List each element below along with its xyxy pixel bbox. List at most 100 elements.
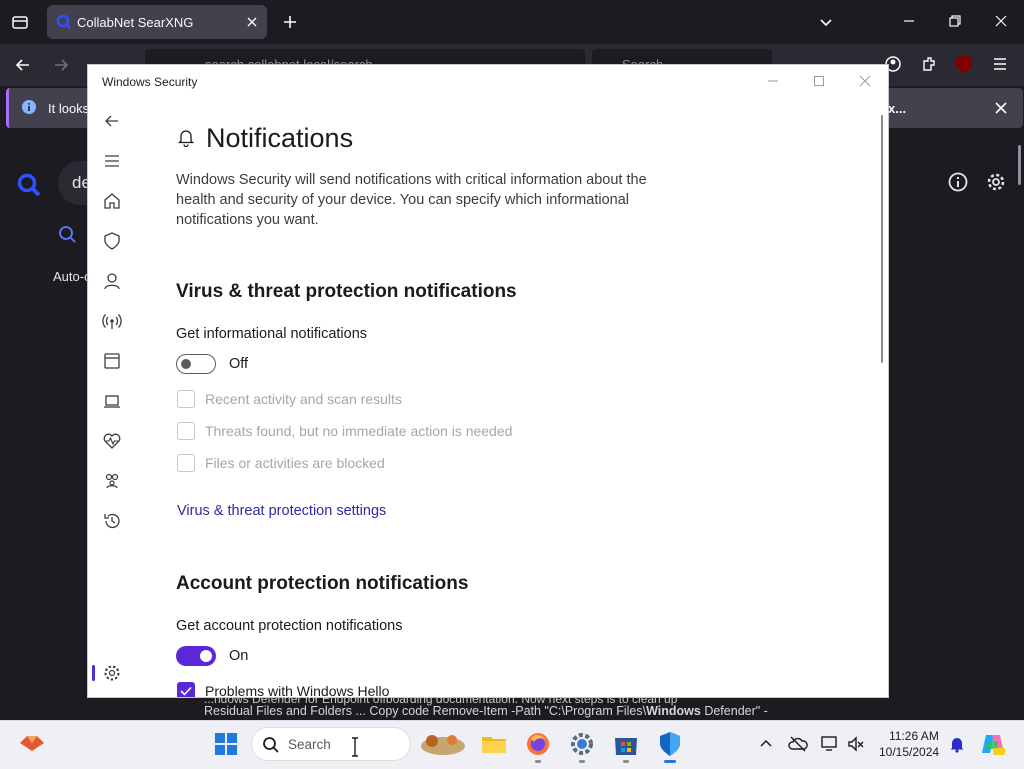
preferences-gear-icon[interactable] [986, 172, 1006, 192]
search-highlight-icon [418, 730, 468, 758]
searxng-logo-icon[interactable] [16, 172, 42, 198]
notification-bell-icon[interactable] [948, 735, 966, 753]
maximize-icon[interactable] [796, 65, 842, 97]
taskbar-search-placeholder: Search [288, 737, 331, 752]
start-icon[interactable] [210, 728, 242, 760]
account-section-heading: Account protection notifications [176, 573, 469, 594]
nav-device-health[interactable] [88, 421, 136, 461]
info-icon [21, 99, 37, 115]
browser-minimize-icon[interactable] [902, 14, 916, 28]
text-cursor-icon [350, 737, 360, 757]
windows-security-icon[interactable] [654, 728, 686, 760]
account-notifications-toggle[interactable] [176, 646, 216, 666]
list-all-tabs-icon[interactable] [818, 14, 834, 30]
windows-security-window: Windows Security Notifications Windows S… [88, 65, 888, 697]
settings-icon [104, 665, 120, 681]
ublock-icon[interactable] [955, 54, 973, 74]
app-menu-icon[interactable] [992, 56, 1008, 72]
forward-arrow-icon[interactable] [52, 56, 70, 74]
page-title: Notifications [206, 123, 354, 153]
nav-account-protection[interactable] [88, 261, 136, 301]
windows-hello-label: Problems with Windows Hello [205, 683, 390, 697]
file-explorer-icon[interactable] [478, 728, 510, 760]
clock-time[interactable]: 11:26 AM [889, 729, 939, 743]
app-browser-icon [104, 353, 120, 369]
browser-close-icon[interactable] [994, 14, 1008, 28]
shield-icon [104, 232, 120, 250]
notification-close-icon[interactable] [994, 101, 1008, 115]
nav-menu-button[interactable] [88, 141, 136, 181]
home-icon [104, 193, 120, 209]
window-scrollbar-thumb[interactable] [881, 115, 883, 363]
back-arrow-icon[interactable] [14, 56, 32, 74]
virus-toggle-label: Get informational notifications [176, 326, 368, 342]
settings-app-icon[interactable] [566, 728, 598, 760]
nav-home[interactable] [88, 181, 136, 221]
firefox-icon[interactable] [522, 728, 554, 760]
open-app-indicator [535, 760, 541, 763]
nav-back-button[interactable] [88, 101, 136, 141]
active-app-indicator [664, 760, 676, 763]
result-snippet-line2: Residual Files and Folders ... Copy code… [204, 704, 768, 718]
tab-list-icon[interactable] [10, 12, 30, 32]
browser-tab[interactable]: CollabNet SearXNG [47, 5, 267, 39]
clock-date[interactable]: 10/15/2024 [879, 745, 939, 759]
files-blocked-checkbox[interactable] [177, 454, 195, 472]
family-icon [105, 473, 119, 489]
autocomplete-label: Auto-c [53, 269, 91, 284]
threats-found-checkbox[interactable] [177, 422, 195, 440]
menu-icon [105, 155, 119, 167]
new-tab-icon[interactable] [282, 14, 298, 30]
onedrive-offline-icon[interactable] [788, 734, 808, 754]
recent-activity-label: Recent activity and scan results [205, 391, 402, 407]
account-toggle-state: On [229, 648, 249, 664]
firewall-icon [102, 314, 122, 329]
page-description: Windows Security will send notifications… [176, 172, 647, 228]
checkmark-icon [180, 686, 192, 696]
bell-icon [176, 127, 196, 147]
widgets-icon[interactable] [18, 733, 46, 753]
about-info-icon[interactable] [948, 172, 968, 192]
health-icon [103, 433, 121, 449]
device-security-icon [104, 395, 120, 408]
close-icon[interactable] [842, 65, 888, 97]
network-icon[interactable] [820, 734, 840, 754]
minimize-icon[interactable] [750, 65, 796, 97]
tab-title: CollabNet SearXNG [77, 15, 194, 30]
virus-settings-link[interactable]: Virus & threat protection settings [177, 503, 386, 519]
taskbar [0, 720, 1024, 769]
files-blocked-label: Files or activities are blocked [205, 455, 385, 471]
nav-settings[interactable] [88, 653, 136, 693]
nav-firewall[interactable] [88, 301, 136, 341]
search-category-icon[interactable] [58, 225, 78, 245]
taskbar-search-box[interactable]: Search [251, 727, 411, 761]
open-app-indicator [579, 760, 585, 763]
account-icon [104, 273, 120, 290]
virus-notifications-toggle[interactable] [176, 354, 216, 374]
snippet-bold: Windows [646, 704, 701, 718]
page-scrollbar-thumb[interactable] [1018, 145, 1021, 185]
hidden-icons-chevron-icon[interactable] [758, 736, 774, 752]
nav-device-security[interactable] [88, 381, 136, 421]
notification-button-text[interactable]: x... [888, 101, 906, 116]
nav-virus-protection[interactable] [88, 221, 136, 261]
browser-restore-icon[interactable] [948, 14, 962, 28]
nav-protection-history[interactable] [88, 501, 136, 541]
copilot-icon[interactable] [980, 731, 1006, 757]
virus-toggle-state: Off [229, 356, 249, 372]
history-icon [104, 513, 120, 529]
store-icon[interactable] [610, 728, 642, 760]
recent-activity-checkbox[interactable] [177, 390, 195, 408]
tab-close-icon[interactable] [245, 15, 259, 29]
open-app-indicator [623, 760, 629, 763]
windows-hello-checkbox[interactable] [177, 682, 195, 697]
account-toggle-label: Get account protection notifications [176, 618, 403, 634]
volume-muted-icon[interactable] [846, 734, 866, 754]
searxng-favicon-icon [56, 14, 72, 30]
snippet-prefix: Residual Files and Folders ... Copy code… [204, 704, 647, 718]
nav-app-browser[interactable] [88, 341, 136, 381]
nav-family-options[interactable] [88, 461, 136, 501]
virus-section-heading: Virus & threat protection notifications [176, 281, 517, 302]
extensions-icon[interactable] [920, 55, 938, 73]
window-title: Windows Security [102, 75, 198, 89]
